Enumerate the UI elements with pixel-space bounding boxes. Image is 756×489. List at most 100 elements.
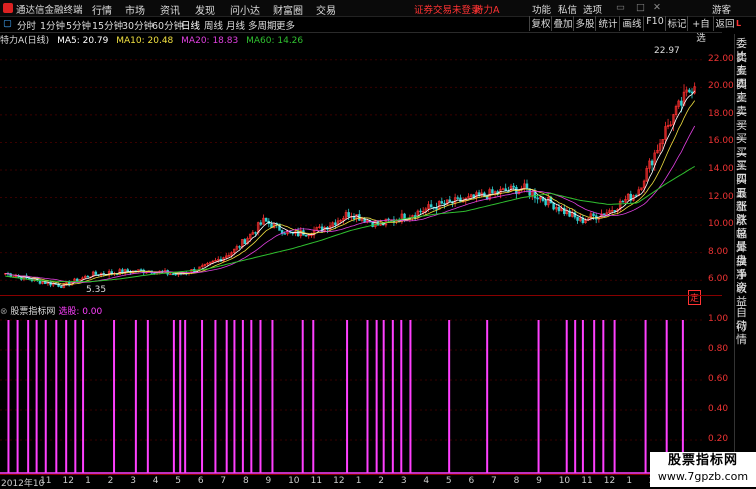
window-restore-icon[interactable]: □ <box>636 2 645 13</box>
toolbar-add-watchlist[interactable]: +自选 <box>687 16 714 44</box>
date-tick-label: 10 <box>288 476 300 486</box>
indicator-tick-label: 0.60 <box>708 374 729 384</box>
window-close-icon[interactable]: ✕ <box>653 2 661 13</box>
period-tab-1min[interactable]: 1分钟 <box>40 18 65 32</box>
login-warning[interactable]: 证券交易未登录 <box>414 2 481 16</box>
date-tick-label: 2 <box>378 476 384 486</box>
period-tab-daily[interactable]: 日线 <box>181 18 200 32</box>
quote-field-label[interactable]: 行情 <box>736 320 756 346</box>
menu-message[interactable]: 私信 <box>558 2 577 16</box>
ma10-label: MA10: 20.48 <box>116 36 174 46</box>
period-tab-monthly[interactable]: 月线 <box>226 18 245 32</box>
date-tick-label: 10 <box>558 476 571 486</box>
toolbar-mark[interactable]: 标记 <box>665 16 688 31</box>
menu-item-wealth[interactable]: 财富圈 <box>273 2 303 17</box>
toolbar-adjust[interactable]: 复权 <box>529 16 552 31</box>
candle-body <box>304 234 308 237</box>
toolbar-stats[interactable]: 统计 <box>595 16 620 31</box>
menu-item-discover[interactable]: 发现 <box>195 2 215 17</box>
menu-item-trade[interactable]: 交易 <box>316 2 336 17</box>
candle-body <box>592 213 595 217</box>
period-tab-30min[interactable]: 30分钟 <box>122 18 153 32</box>
price-tick-label: 20.00 <box>708 81 734 92</box>
candle-body <box>650 160 654 166</box>
toolbar-draw[interactable]: 画线 <box>619 16 644 31</box>
candle-body <box>440 201 444 204</box>
period-tab-5min[interactable]: 5分钟 <box>66 18 91 32</box>
date-tick-label: 3 <box>130 476 136 486</box>
date-tick-label: 11 <box>581 476 593 486</box>
ma20-line <box>5 125 696 283</box>
price-tick-label: 6.00 <box>708 274 729 285</box>
price-tick-label: 12.00 <box>708 191 734 202</box>
period-tab-weekly[interactable]: 周线 <box>204 18 223 32</box>
menu-item-assistant[interactable]: 问小达 <box>230 2 260 17</box>
candle-body <box>576 216 579 221</box>
menu-options[interactable]: 选项 <box>583 2 602 16</box>
candle-body <box>448 199 452 202</box>
candle-body <box>429 204 433 208</box>
period-tab-60min[interactable]: 60分钟 <box>152 18 183 32</box>
menu-item-news[interactable]: 资讯 <box>160 2 180 17</box>
candle-body <box>557 207 561 212</box>
ma20-label: MA20: 18.83 <box>181 36 239 46</box>
candle-body <box>243 239 247 245</box>
date-tick-label: 3 <box>400 476 407 486</box>
candle-body <box>512 185 515 188</box>
menu-item-quotes[interactable]: 行情 <box>92 2 112 17</box>
period-tab-15min[interactable]: 15分钟 <box>92 18 123 32</box>
panel-separator <box>0 295 722 296</box>
guest-user[interactable]: 游客 <box>712 2 731 16</box>
candle-body <box>174 273 177 276</box>
date-tick-label: 4 <box>152 476 159 486</box>
candle-body <box>680 100 683 106</box>
candle-body <box>254 232 257 234</box>
period-tab-more[interactable]: 更多 <box>276 18 295 32</box>
ma10-line <box>5 100 696 285</box>
price-tick-label: 8.00 <box>708 246 729 257</box>
candle-body <box>419 210 422 213</box>
candle-body <box>621 200 625 203</box>
candle-body <box>283 233 287 235</box>
menu-item-market[interactable]: 市场 <box>125 2 145 17</box>
date-tick-label: 9 <box>265 476 272 486</box>
period-tab-intraday[interactable]: 分时 <box>17 18 36 32</box>
kline-chart[interactable] <box>0 46 704 294</box>
right-quote-panel: 委比 卖五 卖四 卖三 卖二 卖一 买一 买二 买三 买四 买五 最新 涨跌 涨幅 总量 外盘 换手 净资 收益 自动… <box>734 34 756 487</box>
price-tick-label: 14.00 <box>708 164 734 174</box>
candle-body <box>171 273 175 276</box>
side-tag[interactable]: 定 <box>688 290 702 305</box>
toolbar-overlay[interactable]: 叠加 <box>551 16 574 31</box>
candle-body <box>259 222 263 225</box>
stock-name-title: 特力A <box>474 5 500 16</box>
toolbar-back[interactable]: 返回 <box>713 16 736 31</box>
candle-body <box>688 89 691 93</box>
candle-body <box>552 202 555 210</box>
period-tab-multi[interactable]: 多周期 <box>248 18 277 32</box>
candle-body <box>59 286 63 288</box>
date-tick-label: 12 <box>62 476 74 486</box>
candle-body <box>334 222 337 226</box>
date-tick-label: 2012年10 <box>1 479 45 489</box>
app-name: 通达信金融终端 <box>16 5 83 16</box>
window-minimize-icon[interactable]: ▭ <box>616 2 625 13</box>
date-tick-label: 12 <box>333 476 345 486</box>
date-tick-label: 6 <box>197 476 204 486</box>
price-tick-label: 16.00 <box>708 136 734 147</box>
level-badge: L <box>736 19 742 28</box>
indicator-tick-label: 1.00 <box>708 314 729 324</box>
ma60-label: MA60: 14.26 <box>246 36 304 46</box>
indicator-chart[interactable] <box>0 316 704 474</box>
candle-body <box>456 197 460 199</box>
candle-body <box>86 275 90 278</box>
menu-function[interactable]: 功能 <box>532 2 551 16</box>
stock-title: 特力A(日线) <box>0 36 50 46</box>
candle-body <box>264 217 268 222</box>
candle-body <box>347 212 350 218</box>
indicator-tick-label: 0.20 <box>708 434 729 444</box>
date-tick-label: 9 <box>536 476 542 486</box>
candle-body <box>491 189 494 194</box>
toolbar-f10[interactable]: F10 <box>643 16 666 31</box>
toolbar-multi-stock[interactable]: 多股 <box>573 16 596 31</box>
indicator-tick-label: 0.80 <box>708 344 729 354</box>
